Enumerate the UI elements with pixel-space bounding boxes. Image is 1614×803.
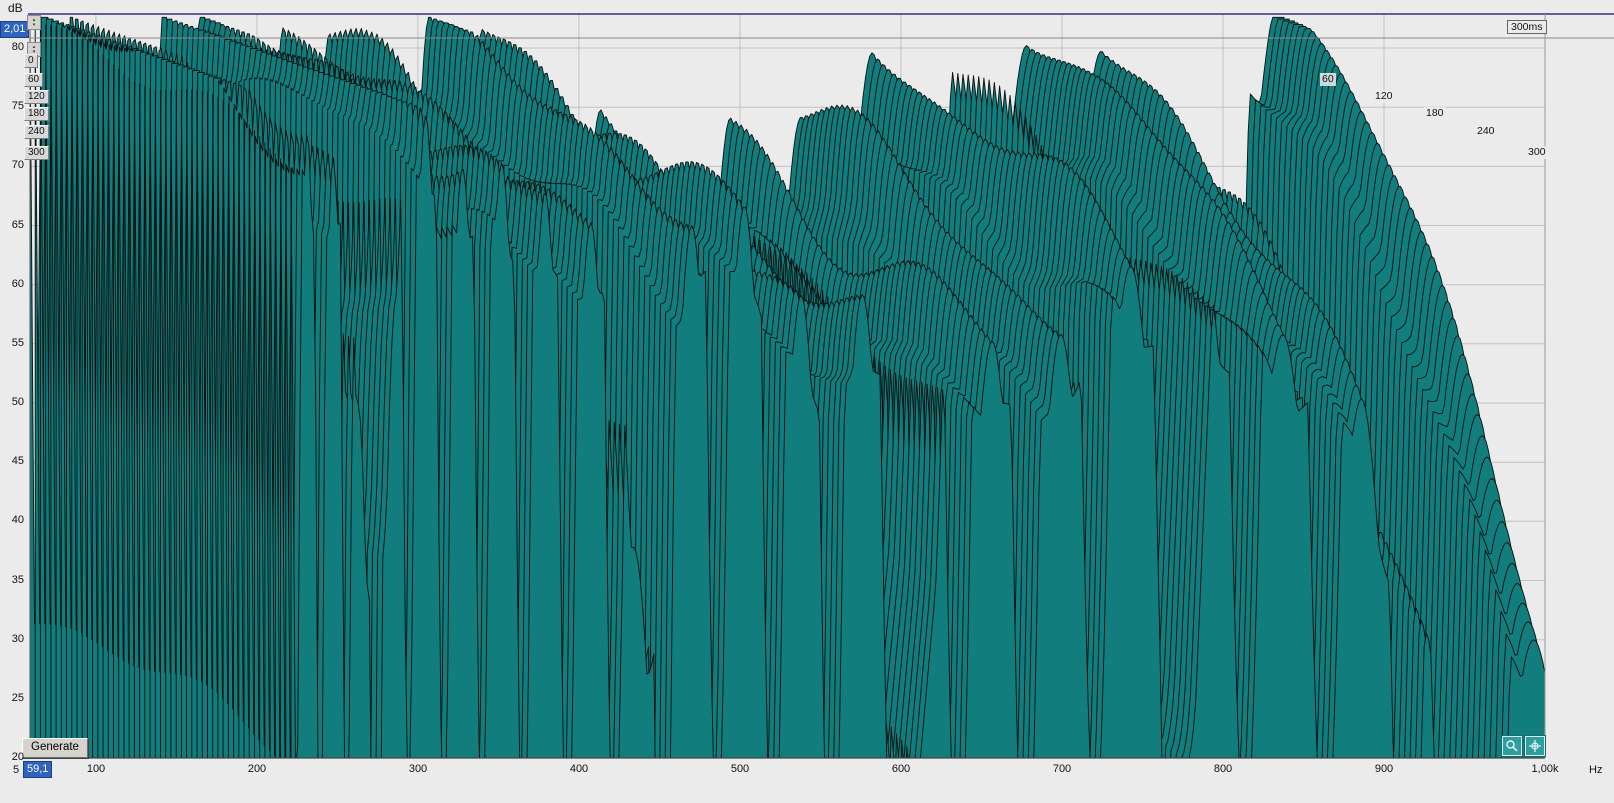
- x-tick-label: 200: [247, 763, 267, 775]
- time-axis-label-right: 300: [1526, 146, 1548, 159]
- x-tick-label: 400: [569, 763, 589, 775]
- cursor-tool-button[interactable]: [1524, 735, 1546, 757]
- time-axis-label-left: 60: [24, 73, 44, 87]
- y-tick-label: 75: [11, 100, 24, 112]
- x-tick-label: 100: [86, 763, 106, 775]
- y-tick-label: 50: [11, 396, 24, 408]
- cursor-frequency-readout[interactable]: 59,1: [23, 761, 53, 778]
- time-axis-label-left: 120: [24, 90, 49, 104]
- x-axis-unit: Hz: [1589, 764, 1603, 776]
- time-axis-label-right: 240: [1475, 125, 1497, 138]
- spinner-control-top[interactable]: ▴ ▾: [27, 15, 41, 30]
- time-axis-label-right: 60: [1320, 73, 1336, 86]
- y-tick-label: 65: [11, 219, 24, 231]
- waterfall-analyzer-window: dB 2,01 ▴ ▾ ▴ ▾ 300ms Generate 5 59,1 Hz 8…: [0, 0, 1614, 803]
- time-axis-label-left: 240: [24, 125, 49, 139]
- time-axis-label-left: 0: [24, 54, 38, 68]
- x-tick-label: 300: [408, 763, 428, 775]
- x-tick-label: 700: [1052, 763, 1072, 775]
- x-tick-label: 1,00k: [1531, 763, 1559, 775]
- y-tick-label: 30: [11, 633, 24, 645]
- y-tick-label: 55: [11, 337, 24, 349]
- zoom-tool-button[interactable]: [1501, 735, 1523, 757]
- scale-value-selected[interactable]: 2,01: [0, 21, 30, 38]
- y-tick-label: 25: [11, 692, 24, 704]
- y-tick-label: 20: [11, 751, 24, 763]
- x-tick-label: 900: [1374, 763, 1394, 775]
- y-tick-label: 35: [11, 574, 24, 586]
- crosshair-icon: [1529, 740, 1541, 752]
- x-tick-label: 500: [730, 763, 750, 775]
- y-tick-label: 80: [11, 41, 24, 53]
- x-axis-first-label: 5: [13, 764, 20, 776]
- magnifier-icon: [1506, 740, 1518, 752]
- x-tick-label: 800: [1213, 763, 1233, 775]
- time-window-label: 300ms: [1507, 20, 1547, 34]
- waterfall-chart[interactable]: [0, 0, 1614, 803]
- y-tick-label: 45: [11, 455, 24, 467]
- y-tick-label: 70: [11, 159, 24, 171]
- y-axis-unit: dB: [8, 1, 23, 15]
- time-axis-label-left: 300: [24, 146, 49, 160]
- waterfall-slices: [30, 16, 1545, 758]
- time-axis-label-right: 180: [1424, 107, 1446, 120]
- y-tick-label: 40: [11, 514, 24, 526]
- generate-button[interactable]: Generate: [22, 738, 88, 758]
- time-axis-label-right: 120: [1373, 90, 1395, 103]
- x-tick-label: 600: [891, 763, 911, 775]
- time-axis-label-left: 180: [24, 107, 49, 121]
- y-tick-label: 60: [11, 278, 24, 290]
- spinner-down-icon[interactable]: ▾: [33, 22, 36, 28]
